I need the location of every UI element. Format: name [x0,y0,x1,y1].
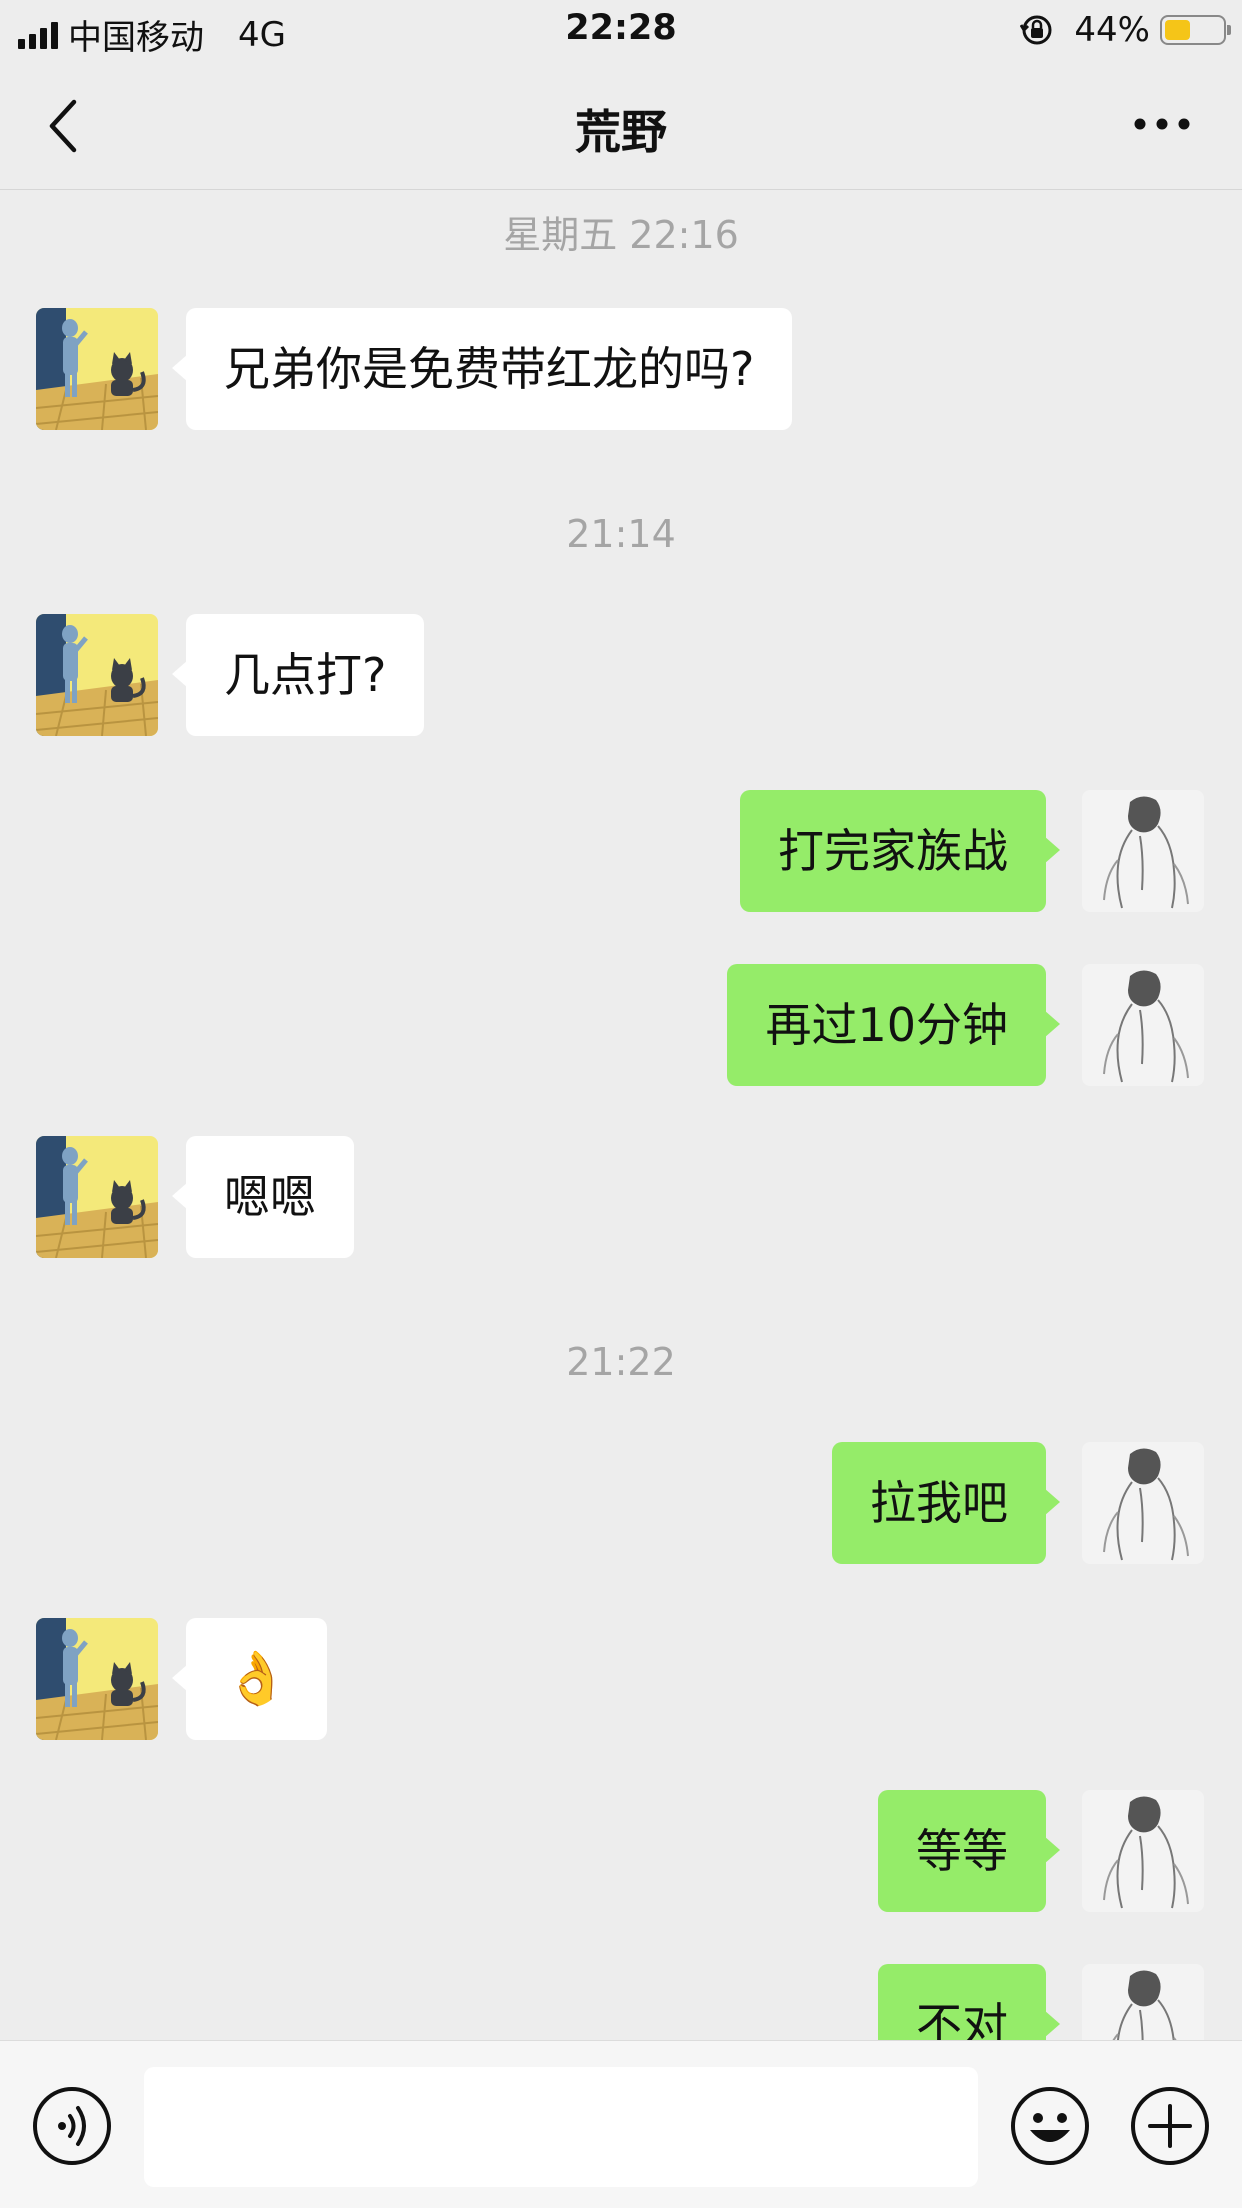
battery-percent: 44% [1074,10,1150,50]
message-bubble-incoming[interactable]: 兄弟你是免费带红龙的吗? [171,308,793,430]
timestamp: 21:22 [566,1340,676,1384]
user-avatar[interactable] [1082,790,1204,912]
chat-area[interactable]: 星期五 22:16 兄弟你是免费带红龙的吗? 21:14 几点打? 打完家族战 … [0,190,1242,2040]
contact-avatar[interactable] [36,308,158,430]
user-avatar[interactable] [1082,1790,1204,1912]
status-bar: 中国移动 4G 22:28 44% [0,0,1242,62]
message-bubble-outgoing[interactable]: 等等 [878,1790,1060,1912]
emoji-icon[interactable] [1010,2086,1090,2166]
contact-avatar[interactable] [36,1136,158,1258]
message-input[interactable] [144,2067,978,2187]
input-bar [0,2040,1242,2208]
battery-icon [1160,15,1231,45]
orientation-lock-icon [1020,15,1052,45]
chat-title: 荒野 [575,105,667,159]
message-bubble-outgoing[interactable]: 再过10分钟 [727,964,1060,1086]
message-bubble-outgoing[interactable]: 不对 [878,1964,1060,2040]
more-dots-icon[interactable] [1132,112,1192,136]
battery-fill [1165,20,1190,40]
user-avatar[interactable] [1082,964,1204,1086]
timestamp: 星期五 22:16 [503,213,739,257]
message-bubble-incoming[interactable]: 👌 [172,1618,327,1740]
message-bubble-outgoing[interactable]: 打完家族战 [740,790,1060,912]
message-bubble-outgoing[interactable]: 拉我吧 [832,1442,1060,1564]
nav-bar: 荒野 [0,62,1242,190]
message-bubble-incoming[interactable]: 几点打? [171,614,425,736]
contact-avatar[interactable] [36,1618,158,1740]
status-right: 44% [1020,10,1231,50]
timestamp: 21:14 [566,512,676,556]
user-avatar[interactable] [1082,1442,1204,1564]
contact-avatar[interactable] [36,614,158,736]
message-bubble-incoming[interactable]: 嗯嗯 [172,1136,354,1258]
voice-icon[interactable] [32,2086,112,2166]
user-avatar[interactable] [1082,1964,1204,2040]
plus-icon[interactable] [1130,2086,1210,2166]
